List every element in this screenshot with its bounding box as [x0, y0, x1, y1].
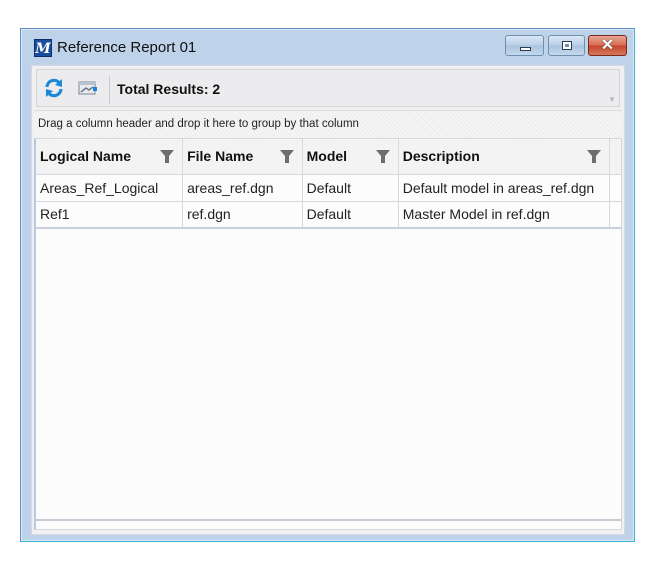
cell-file-name: ref.dgn: [182, 201, 303, 229]
column-header-model[interactable]: Model: [302, 139, 399, 175]
cell-model: Default: [302, 174, 399, 202]
close-icon: ✕: [600, 37, 615, 54]
export-report-button[interactable]: [77, 78, 99, 98]
minimize-button[interactable]: [505, 35, 544, 56]
column-header-description[interactable]: Description: [398, 139, 610, 175]
column-header-label: Model: [306, 148, 348, 165]
horizontal-scrollbar[interactable]: [36, 519, 621, 521]
column-header-file-name[interactable]: File Name: [182, 139, 303, 175]
client-area: Total Results: 2 ▼ Drag a column header …: [31, 65, 625, 535]
column-header-label: Description: [402, 148, 480, 165]
row-spacer: [609, 174, 621, 202]
maximize-icon: [562, 41, 572, 50]
refresh-icon: [45, 78, 63, 98]
column-header-label: Logical Name: [40, 148, 132, 165]
group-by-hint: Drag a column header and drop it here to…: [38, 118, 359, 130]
microstation-icon: M: [34, 39, 52, 57]
report-icon: [78, 81, 97, 95]
cell-model: Default: [302, 201, 399, 229]
table-row[interactable]: Ref1 ref.dgn Default Master Model in ref…: [36, 201, 621, 229]
cell-description: Default model in areas_ref.dgn: [398, 174, 610, 202]
window-title: Reference Report 01: [57, 39, 197, 56]
filter-icon[interactable]: [279, 150, 294, 163]
column-header-label: File Name: [187, 148, 254, 165]
filter-icon[interactable]: [375, 150, 390, 163]
table-row[interactable]: Areas_Ref_Logical areas_ref.dgn Default …: [36, 174, 621, 202]
cell-logical-name: Ref1: [36, 201, 184, 229]
results-grid: Logical Name File Name Model Description…: [34, 138, 622, 530]
total-results: Total Results: 2: [117, 81, 221, 97]
report-window: M Reference Report 01 ✕ Total Results: 2…: [20, 28, 635, 542]
cell-file-name: areas_ref.dgn: [182, 174, 303, 202]
filter-icon[interactable]: [160, 150, 175, 163]
maximize-button[interactable]: [548, 35, 585, 56]
filter-icon[interactable]: [586, 150, 601, 163]
header-row: Logical Name File Name Model Description: [36, 139, 621, 175]
column-header-logical-name[interactable]: Logical Name: [36, 139, 184, 175]
cell-description: Master Model in ref.dgn: [398, 201, 610, 229]
cell-logical-name: Areas_Ref_Logical: [36, 174, 184, 202]
group-by-panel[interactable]: Drag a column header and drop it here to…: [34, 110, 622, 138]
refresh-button[interactable]: [43, 78, 65, 98]
minimize-icon: [520, 47, 531, 51]
close-button[interactable]: ✕: [588, 35, 627, 56]
toolbar-separator: [109, 76, 110, 104]
toolbar: Total Results: 2 ▼: [36, 69, 620, 107]
toolbar-overflow-icon[interactable]: ▼: [608, 95, 616, 104]
title-bar[interactable]: M Reference Report 01 ✕: [21, 29, 634, 65]
row-spacer: [609, 201, 621, 229]
results-table: Logical Name File Name Model Description…: [36, 139, 621, 229]
header-spacer: [609, 139, 621, 175]
